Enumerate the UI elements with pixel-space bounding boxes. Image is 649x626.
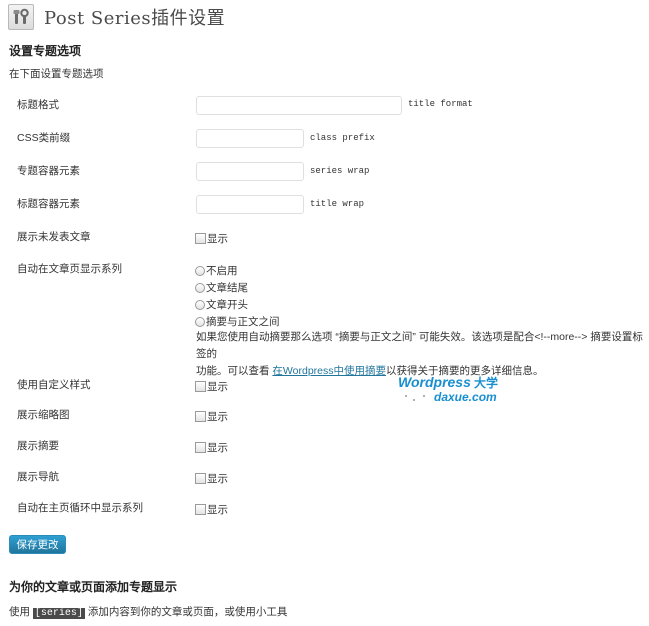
radio-label: 文章结尾: [206, 282, 248, 294]
series-wrap-input[interactable]: [196, 162, 304, 181]
series-shortcode: [series]: [32, 608, 85, 619]
save-button[interactable]: 保存更改: [9, 535, 66, 554]
checkbox-label: 显示: [207, 442, 228, 454]
auto-display-label: 自动在文章页显示系列: [17, 263, 122, 275]
show-unpublished-checkbox[interactable]: 显示: [195, 231, 228, 246]
excerpt-label: 展示摘要: [17, 440, 59, 452]
navigation-checkbox[interactable]: 显示: [195, 471, 228, 486]
settings-tools-icon: [8, 4, 34, 30]
title-format-label: 标题格式: [17, 99, 59, 111]
page-title: Post Series插件设置: [44, 8, 226, 29]
radio-icon[interactable]: [195, 316, 205, 327]
checkbox-icon[interactable]: [195, 381, 206, 392]
wordpress-daxue-watermark: Wordpress 大学 daxue.com: [396, 374, 530, 406]
home-loop-checkbox[interactable]: 显示: [195, 502, 228, 517]
series-wrap-desc: series wrap: [310, 166, 370, 176]
thumbnail-checkbox[interactable]: 显示: [195, 409, 228, 424]
checkbox-label: 显示: [207, 411, 228, 423]
checkbox-icon[interactable]: [195, 504, 206, 515]
checkbox-label: 显示: [207, 381, 228, 393]
checkbox-icon[interactable]: [195, 442, 206, 453]
series-wrap-label: 专题容器元素: [17, 165, 80, 177]
svg-text:daxue.com: daxue.com: [434, 390, 497, 404]
help-line-1: 如果您使用自动摘要那么选项 “摘要与正文之间” 可能失效。该选项是配合<!--m…: [196, 331, 643, 360]
auto-display-help: 如果您使用自动摘要那么选项 “摘要与正文之间” 可能失效。该选项是配合<!--m…: [196, 329, 646, 380]
checkbox-label: 显示: [207, 473, 228, 485]
excerpt-checkbox[interactable]: 显示: [195, 440, 228, 455]
radio-label: 摘要与正文之间: [206, 316, 280, 328]
radio-excerpt-content[interactable]: 摘要与正文之间: [195, 314, 280, 329]
radio-label: 文章开头: [206, 299, 248, 311]
radio-post-start[interactable]: 文章开头: [195, 297, 248, 312]
checkbox-icon[interactable]: [195, 473, 206, 484]
radio-post-end[interactable]: 文章结尾: [195, 280, 248, 295]
home-loop-label: 自动在主页循环中显示系列: [17, 502, 143, 514]
usage-suffix: 添加内容到你的文章或页面，或使用小工具: [84, 606, 288, 618]
checkbox-label: 显示: [207, 504, 228, 516]
title-wrap-label: 标题容器元素: [17, 198, 80, 210]
svg-text:大学: 大学: [474, 375, 498, 390]
class-prefix-input[interactable]: [196, 129, 304, 148]
radio-label: 不启用: [206, 265, 238, 277]
show-unpublished-label: 展示未发表文章: [17, 231, 91, 243]
section-title-add-series: 为你的文章或页面添加专题显示: [9, 580, 178, 594]
radio-icon[interactable]: [195, 282, 205, 293]
class-prefix-label: CSS类前缀: [17, 132, 71, 144]
title-format-input[interactable]: [196, 96, 402, 115]
checkbox-label: 显示: [207, 233, 228, 245]
svg-text:Wordpress: Wordpress: [398, 374, 471, 390]
title-wrap-input[interactable]: [196, 195, 304, 214]
checkbox-icon[interactable]: [195, 411, 206, 422]
title-format-desc: title format: [408, 99, 473, 109]
excerpt-help-link[interactable]: 在Wordpress中使用摘要: [272, 365, 386, 377]
title-wrap-desc: title wrap: [310, 199, 365, 209]
custom-style-checkbox[interactable]: 显示: [195, 379, 228, 394]
radio-disabled[interactable]: 不启用: [195, 263, 238, 278]
class-prefix-desc: class prefix: [310, 133, 375, 143]
page-header: Post Series插件设置: [8, 4, 225, 30]
usage-prefix: 使用: [9, 606, 33, 618]
thumbnail-label: 展示缩略图: [17, 409, 70, 421]
section-title-options: 设置专题选项: [9, 44, 82, 58]
radio-icon[interactable]: [195, 299, 205, 310]
custom-style-label: 使用自定义样式: [17, 379, 91, 391]
help-prefix: 功能。可以查看: [196, 365, 273, 377]
section-intro: 在下面设置专题选项: [9, 68, 104, 80]
radio-icon[interactable]: [195, 265, 205, 276]
shortcode-usage-text: 使用 [series] 添加内容到你的文章或页面，或使用小工具: [9, 604, 287, 619]
settings-page: Post Series插件设置 设置专题选项 在下面设置专题选项 标题格式 ti…: [0, 0, 649, 626]
navigation-label: 展示导航: [17, 471, 59, 483]
checkbox-icon[interactable]: [195, 233, 206, 244]
